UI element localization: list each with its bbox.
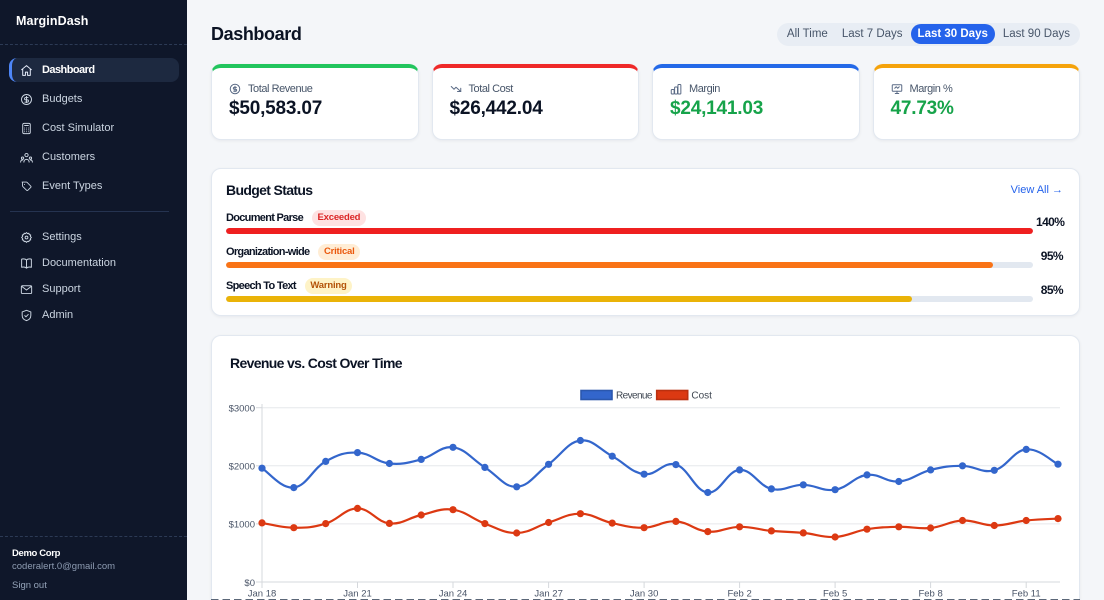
svg-text:Jan 18: Jan 18: [248, 589, 277, 600]
svg-text:Cost: Cost: [691, 390, 712, 401]
svg-text:Jan 30: Jan 30: [630, 589, 659, 600]
svg-text:Feb 2: Feb 2: [727, 589, 751, 600]
svg-text:Feb 8: Feb 8: [918, 589, 942, 600]
svg-text:Revenue: Revenue: [616, 390, 653, 401]
svg-text:$1000: $1000: [229, 520, 255, 531]
svg-text:Jan 27: Jan 27: [534, 589, 563, 600]
svg-text:$3000: $3000: [229, 404, 255, 415]
svg-text:Feb 5: Feb 5: [823, 589, 847, 600]
svg-text:$2000: $2000: [229, 462, 255, 473]
svg-text:$0: $0: [244, 578, 255, 589]
svg-text:Jan 21: Jan 21: [343, 589, 372, 600]
svg-text:Feb 11: Feb 11: [1012, 589, 1041, 600]
svg-text:Jan 24: Jan 24: [439, 589, 468, 600]
